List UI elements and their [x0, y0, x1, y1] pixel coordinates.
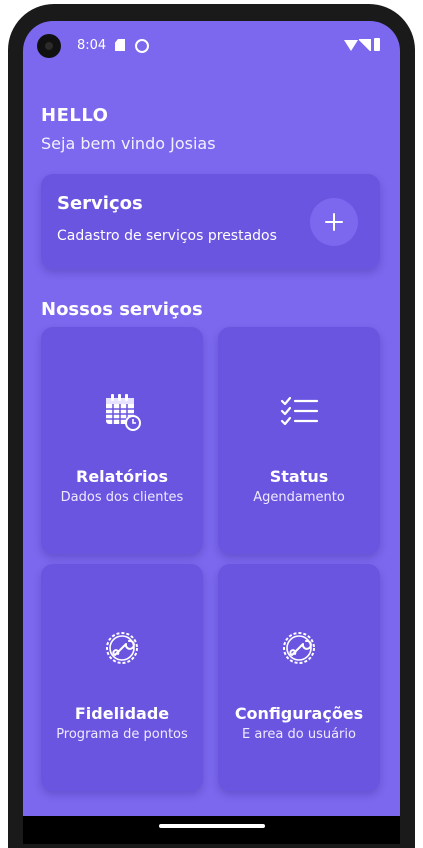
- card-status[interactable]: Status Agendamento: [218, 327, 380, 554]
- phone-device: 8:04 HELLO Seja bem vindo Josias Serviço…: [0, 0, 423, 848]
- card-title: Relatórios: [76, 467, 168, 486]
- card-subtitle: E area do usuário: [242, 727, 356, 742]
- status-time: 8:04: [77, 38, 107, 53]
- welcome-message: Seja bem vindo Josias: [41, 134, 216, 153]
- battery-icon: [374, 38, 380, 51]
- card-subtitle: Agendamento: [253, 490, 345, 505]
- front-camera: [37, 34, 61, 58]
- services-subtitle: Cadastro de serviços prestados: [57, 228, 277, 244]
- card-title: Fidelidade: [74, 704, 170, 723]
- calendar-icon: [106, 394, 141, 431]
- sd-card-icon: [115, 39, 125, 51]
- card-title: Status: [269, 467, 329, 486]
- status-bar: 8:04: [23, 21, 400, 71]
- signal-icon: [359, 39, 371, 51]
- card-title: Configurações: [234, 704, 364, 723]
- wifi-icon: [344, 40, 358, 51]
- wrench-gear-icon: [283, 632, 315, 664]
- plus-icon: [325, 213, 343, 231]
- add-service-button[interactable]: [310, 198, 358, 246]
- card-subtitle: Programa de pontos: [56, 727, 188, 742]
- card-fidelidade[interactable]: Fidelidade Programa de pontos: [41, 564, 203, 791]
- app-screen: 8:04 HELLO Seja bem vindo Josias Serviço…: [23, 21, 400, 844]
- greeting: HELLO: [41, 105, 109, 126]
- navigation-bar: [23, 816, 400, 844]
- section-title: Nossos serviços: [41, 299, 203, 320]
- card-subtitle: Dados dos clientes: [60, 490, 184, 505]
- home-indicator[interactable]: [159, 824, 265, 828]
- checklist-icon: [280, 396, 319, 426]
- wrench-gear-icon: [106, 632, 138, 664]
- notification-app-icon: [135, 39, 149, 53]
- services-card[interactable]: Serviços Cadastro de serviços prestados: [41, 174, 380, 269]
- services-title: Serviços: [57, 193, 143, 214]
- card-relatorios[interactable]: Relatórios Dados dos clientes: [41, 327, 203, 554]
- card-configuracoes[interactable]: Configurações E area do usuário: [218, 564, 380, 791]
